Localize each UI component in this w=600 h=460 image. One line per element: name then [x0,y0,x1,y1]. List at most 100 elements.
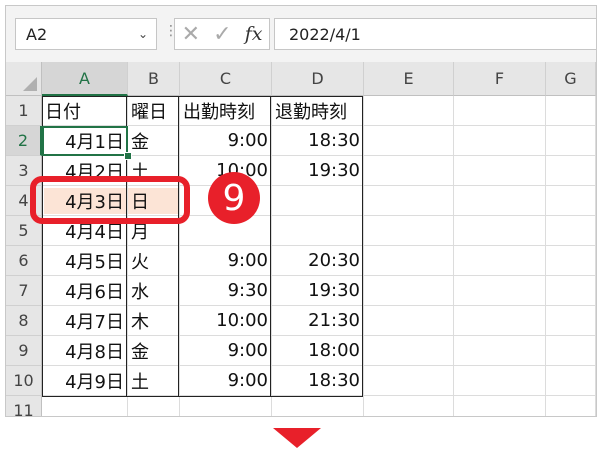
cell-g3[interactable] [546,156,596,186]
cell-a2[interactable]: 4月1日 [42,126,128,156]
formula-input[interactable]: 2022/4/1 [274,18,596,50]
row-header-7[interactable]: 7 [6,276,42,306]
row-header-8[interactable]: 8 [6,306,42,336]
select-all-button[interactable] [6,62,42,96]
cell-b3[interactable]: 土 [128,156,180,186]
cell-e10[interactable] [364,366,454,396]
cell-a9[interactable]: 4月8日 [42,336,128,366]
cell-d4[interactable] [272,186,364,216]
cell-d11[interactable] [272,396,364,416]
row-header-4[interactable]: 4 [6,186,42,216]
cell-g6[interactable] [546,246,596,276]
cell-e7[interactable] [364,276,454,306]
column-header-a[interactable]: A [42,62,128,96]
cell-d3[interactable]: 19:30 [272,156,364,186]
cell-b8[interactable]: 木 [128,306,180,336]
cell-c9[interactable]: 9:00 [180,336,272,366]
cell-f6[interactable] [454,246,546,276]
cell-a3[interactable]: 4月2日 [42,156,128,186]
column-header-b[interactable]: B [128,62,180,96]
row-header-9[interactable]: 9 [6,336,42,366]
cell-c10[interactable]: 9:00 [180,366,272,396]
cell-e5[interactable] [364,216,454,246]
cell-e3[interactable] [364,156,454,186]
cell-b10[interactable]: 土 [128,366,180,396]
cell-d6[interactable]: 20:30 [272,246,364,276]
cell-g7[interactable] [546,276,596,306]
cell-d9[interactable]: 18:00 [272,336,364,366]
cell-f11[interactable] [454,396,546,416]
cell-e8[interactable] [364,306,454,336]
cell-c6[interactable]: 9:00 [180,246,272,276]
cell-b7[interactable]: 水 [128,276,180,306]
cell-f3[interactable] [454,156,546,186]
cell-e11[interactable] [364,396,454,416]
cell-f10[interactable] [454,366,546,396]
column-header-e[interactable]: E [364,62,454,96]
row-header-11[interactable]: 11 [6,396,42,416]
cell-g10[interactable] [546,366,596,396]
row-header-1[interactable]: 1 [6,96,42,126]
cell-b5[interactable]: 月 [128,216,180,246]
column-header-d[interactable]: D [272,62,364,96]
cell-c2[interactable]: 9:00 [180,126,272,156]
cell-d7[interactable]: 19:30 [272,276,364,306]
column-header-f[interactable]: F [454,62,546,96]
row-header-10[interactable]: 10 [6,366,42,396]
cell-f7[interactable] [454,276,546,306]
cell-d5[interactable] [272,216,364,246]
column-header-g[interactable]: G [546,62,596,96]
cell-f2[interactable] [454,126,546,156]
cell-f1[interactable] [454,96,546,126]
cell-f9[interactable] [454,336,546,366]
cell-d8[interactable]: 21:30 [272,306,364,336]
cell-d2[interactable]: 18:30 [272,126,364,156]
cell-c8[interactable]: 10:00 [180,306,272,336]
cell-f8[interactable] [454,306,546,336]
cell-c7[interactable]: 9:30 [180,276,272,306]
cell-b11[interactable] [128,396,180,416]
cell-a1[interactable]: 日付 [42,96,128,126]
row-header-6[interactable]: 6 [6,246,42,276]
row-header-5[interactable]: 5 [6,216,42,246]
cell-e9[interactable] [364,336,454,366]
cell-b4[interactable]: 日 [128,186,180,216]
column-header-c[interactable]: C [180,62,272,96]
cell-c11[interactable] [180,396,272,416]
cell-b1[interactable]: 曜日 [128,96,180,126]
cell-b6[interactable]: 火 [128,246,180,276]
cell-e4[interactable] [364,186,454,216]
cell-a5[interactable]: 4月4日 [42,216,128,246]
cell-b9[interactable]: 金 [128,336,180,366]
chevron-down-icon[interactable]: ⌄ [138,27,148,41]
cell-d1[interactable]: 退勤時刻 [272,96,364,126]
cell-f5[interactable] [454,216,546,246]
row-header-2[interactable]: 2 [6,126,42,156]
insert-function-icon[interactable]: fx [245,23,263,45]
cell-g11[interactable] [546,396,596,416]
cell-b2[interactable]: 金 [128,126,180,156]
cell-g1[interactable] [546,96,596,126]
cell-d10[interactable]: 18:30 [272,366,364,396]
cell-g8[interactable] [546,306,596,336]
name-box[interactable]: A2 ⌄ [15,18,157,50]
cell-g9[interactable] [546,336,596,366]
cell-e1[interactable] [364,96,454,126]
cell-a11[interactable] [42,396,128,416]
fill-handle[interactable] [124,152,132,160]
cell-a7[interactable]: 4月6日 [42,276,128,306]
cell-a10[interactable]: 4月9日 [42,366,128,396]
check-icon[interactable]: ✓ [213,22,231,47]
cell-a4[interactable]: 4月3日 [42,186,128,216]
cell-e2[interactable] [364,126,454,156]
cell-c1[interactable]: 出勤時刻 [180,96,272,126]
cancel-icon[interactable]: ✕ [182,22,200,47]
cell-a6[interactable]: 4月5日 [42,246,128,276]
cell-f4[interactable] [454,186,546,216]
cell-a8[interactable]: 4月7日 [42,306,128,336]
cell-g2[interactable] [546,126,596,156]
cell-g5[interactable] [546,216,596,246]
cell-e6[interactable] [364,246,454,276]
row-header-3[interactable]: 3 [6,156,42,186]
cell-g4[interactable] [546,186,596,216]
